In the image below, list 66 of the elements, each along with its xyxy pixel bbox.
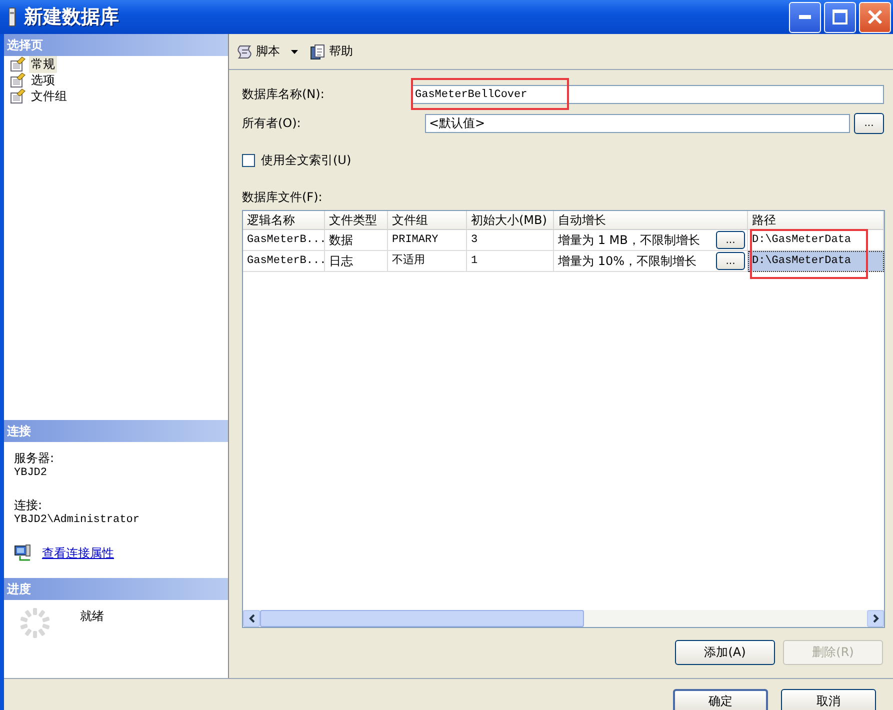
column-header[interactable]: 逻辑名称 [243,211,325,230]
sidebar-item[interactable]: 常规 [29,56,57,72]
scroll-icon [237,44,253,60]
table-cell: D:\GasMeterData [748,251,884,272]
table-cell: 日志 [325,251,388,272]
close-icon [867,9,883,25]
horizontal-scrollbar[interactable] [243,610,884,627]
minimize-icon [799,15,811,19]
table-cell: 3 [467,230,554,251]
spinner-icon [18,606,52,640]
server-label: 服务器: [14,450,56,467]
page-icon [10,56,26,72]
table-cell: 数据 [325,230,388,251]
checkbox[interactable] [242,154,255,167]
chevron-right-icon [872,614,878,623]
script-button[interactable]: 脚本 [235,41,300,62]
maximize-icon [832,9,848,25]
column-header[interactable]: 路径 [748,211,884,230]
table-cell: GasMeterB... [243,251,325,272]
connection-name: YBJD2\Administrator [14,514,140,526]
progress-status: 就绪 [80,608,104,625]
page-icon [10,72,26,88]
window-icon [8,7,16,27]
browse-button[interactable]: ... [716,231,745,249]
server-name: YBJD2 [14,467,48,479]
connection-label: 连接: [14,497,44,514]
column-header[interactable]: 初始大小(MB) [467,211,554,230]
column-header[interactable]: 文件类型 [325,211,388,230]
table-cell-text: 增量为 1 MB，不限制增长 [558,232,700,249]
add-button[interactable]: 添加(A) [675,640,775,665]
sidebar-item[interactable]: 文件组 [29,88,69,104]
page-icon [10,88,26,104]
document-icon [310,44,326,60]
scroll-thumb[interactable] [260,610,584,627]
name-field[interactable]: GasMeterBellCover [411,85,884,104]
table-cell: 1 [467,251,554,272]
connection-properties-link[interactable]: 查看连接属性 [42,544,114,562]
ok-button[interactable]: 确定 [673,689,768,710]
field-label: 数据库名称(N): [242,86,326,103]
table-cell-text: 增量为 10%，不限制增长 [558,253,696,270]
checkbox-label: 使用全文索引(U) [261,152,352,169]
section-header: 连接 [4,420,228,442]
maximize-button[interactable] [824,2,856,32]
help-button[interactable]: 帮助 [308,41,355,62]
window-title: 新建数据库 [24,5,120,30]
section-header: 选择页 [4,34,228,56]
grid-label: 数据库文件(F): [242,189,324,206]
column-header[interactable]: 自动增长 [554,211,748,230]
caret-icon [291,50,298,54]
minimize-button[interactable] [789,2,821,32]
owner-field[interactable]: <默认值> [425,114,850,133]
close-button[interactable] [859,2,891,32]
table-cell: PRIMARY [388,230,467,251]
field-label: 所有者(O): [242,115,302,132]
computer-icon [14,544,32,562]
column-header[interactable]: 文件组 [388,211,467,230]
browse-button[interactable]: ... [716,252,745,270]
scroll-left-button[interactable] [243,610,260,627]
section-header: 进度 [4,578,228,600]
cancel-button[interactable]: 取消 [781,689,876,710]
sidebar-item[interactable]: 选项 [29,72,57,88]
browse-button[interactable]: ... [854,113,884,134]
table-cell: 不适用 [388,251,467,272]
table-cell: GasMeterB... [243,230,325,251]
scroll-right-button[interactable] [867,610,884,627]
chevron-left-icon [248,614,254,623]
